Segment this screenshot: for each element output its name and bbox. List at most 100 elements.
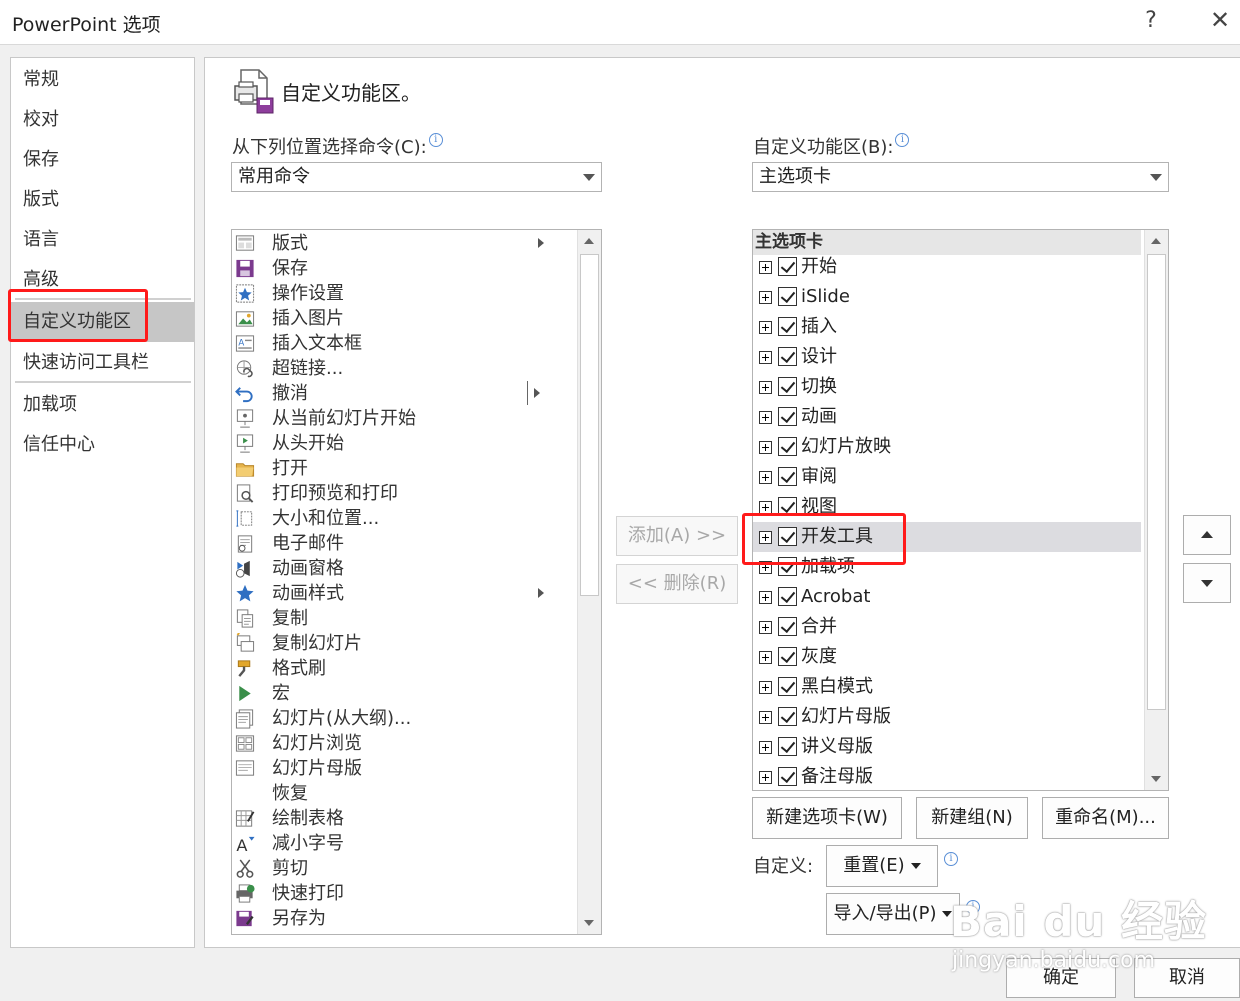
expand-plus-icon[interactable] (759, 681, 772, 694)
nav-item-language[interactable]: 语言 (11, 220, 194, 260)
ribbon-tab-item[interactable]: 动画 (753, 402, 1141, 432)
expand-plus-icon[interactable] (759, 471, 772, 484)
move-up-button[interactable] (1183, 515, 1231, 555)
expand-plus-icon[interactable] (759, 291, 772, 304)
ribbon-tab-item[interactable]: 幻灯片放映 (753, 432, 1141, 462)
ribbon-tab-item[interactable]: 黑白模式 (753, 672, 1141, 702)
ribbon-tree-scrollbar[interactable] (1144, 230, 1168, 790)
command-item[interactable]: 版式 (232, 231, 572, 256)
command-item[interactable]: 打开 (232, 456, 572, 481)
command-item[interactable]: 电子邮件 (232, 531, 572, 556)
ribbon-tab-item[interactable]: 审阅 (753, 462, 1141, 492)
ribbon-tab-item[interactable]: 合并 (753, 612, 1141, 642)
command-item[interactable]: 打印预览和打印 (232, 481, 572, 506)
tab-checkbox[interactable] (778, 617, 797, 636)
command-item[interactable]: 幻灯片(从大纲)... (232, 706, 572, 731)
command-item[interactable]: 保存 (232, 256, 572, 281)
command-item[interactable]: 幻灯片母版 (232, 756, 572, 781)
ribbon-tabs-tree[interactable]: 主选项卡 开始 iSlide 插入 设计 切换 动画 幻灯片放映 审阅 视图 开发工具 加载项 Acr… (752, 229, 1169, 791)
command-item[interactable]: A 减小字号 (232, 831, 572, 856)
tab-checkbox[interactable] (778, 377, 797, 396)
rename-button[interactable]: 重命名(M)... (1042, 797, 1169, 839)
move-down-button[interactable] (1183, 563, 1231, 603)
scroll-up-icon[interactable] (1145, 230, 1168, 252)
ribbon-tab-item[interactable]: 插入 (753, 312, 1141, 342)
command-item[interactable]: 从当前幻灯片开始 (232, 406, 572, 431)
tab-checkbox[interactable] (778, 437, 797, 456)
remove-button[interactable]: << 删除(R) (616, 564, 738, 604)
expand-plus-icon[interactable] (759, 621, 772, 634)
nav-item-trust-center[interactable]: 信任中心 (11, 425, 194, 465)
tab-checkbox[interactable] (778, 317, 797, 336)
info-icon[interactable]: i (895, 133, 910, 147)
tab-checkbox[interactable] (778, 407, 797, 426)
scroll-down-icon[interactable] (578, 912, 601, 934)
nav-item-save[interactable]: 保存 (11, 140, 194, 180)
command-item[interactable]: 操作设置 (232, 281, 572, 306)
command-item[interactable]: A 插入文本框 (232, 331, 572, 356)
tab-checkbox[interactable] (778, 257, 797, 276)
tab-checkbox[interactable] (778, 767, 797, 786)
expand-plus-icon[interactable] (759, 591, 772, 604)
command-item[interactable]: 动画样式 (232, 581, 572, 606)
tab-checkbox[interactable] (778, 587, 797, 606)
tab-checkbox[interactable] (778, 677, 797, 696)
ribbon-tab-item[interactable]: 开始 (753, 252, 1141, 282)
scroll-down-icon[interactable] (1145, 768, 1168, 790)
add-button[interactable]: 添加(A) >> (616, 516, 738, 556)
info-icon[interactable]: i (428, 133, 443, 147)
command-item[interactable]: 撤消 (232, 381, 572, 406)
info-icon[interactable]: i (944, 852, 958, 866)
expand-plus-icon[interactable] (759, 441, 772, 454)
submenu-arrow-icon[interactable] (534, 388, 540, 398)
command-item[interactable]: 绘制表格 (232, 806, 572, 831)
scroll-up-icon[interactable] (578, 230, 601, 252)
close-button[interactable]: ✕ (1206, 6, 1234, 34)
expand-plus-icon[interactable] (759, 771, 772, 784)
tab-checkbox[interactable] (778, 347, 797, 366)
command-item[interactable]: 插入图片 (232, 306, 572, 331)
ribbon-tab-item[interactable]: 灰度 (753, 642, 1141, 672)
reset-button[interactable]: 重置(E) (826, 845, 938, 887)
ribbon-tab-item[interactable]: 切换 (753, 372, 1141, 402)
command-item[interactable]: 幻灯片浏览 (232, 731, 572, 756)
commands-scrollbar[interactable] (577, 230, 601, 934)
tab-checkbox[interactable] (778, 287, 797, 306)
help-button[interactable]: ? (1140, 8, 1162, 33)
nav-item-layout[interactable]: 版式 (11, 180, 194, 220)
command-item[interactable]: 快速打印 (232, 881, 572, 906)
tab-checkbox[interactable] (778, 707, 797, 726)
nav-item-proofing[interactable]: 校对 (11, 100, 194, 140)
commands-list[interactable]: 版式 保存 操作设置 插入图片 A 插入文本框 超链接... 撤消 从当前幻灯片开始 从头开始 打开… (231, 229, 602, 935)
commands-from-select[interactable]: 常用命令 (231, 162, 602, 192)
ribbon-tab-item[interactable]: 设计 (753, 342, 1141, 372)
expand-plus-icon[interactable] (759, 381, 772, 394)
ribbon-tab-item[interactable]: 备注母版 (753, 762, 1141, 790)
tab-checkbox[interactable] (778, 467, 797, 486)
expand-plus-icon[interactable] (759, 411, 772, 424)
new-group-button[interactable]: 新建组(N) (916, 797, 1028, 839)
scroll-thumb[interactable] (1147, 254, 1166, 710)
command-item[interactable]: 大小和位置... (232, 506, 572, 531)
command-item[interactable]: 复制幻灯片 (232, 631, 572, 656)
expand-plus-icon[interactable] (759, 321, 772, 334)
ribbon-tab-item[interactable]: 讲义母版 (753, 732, 1141, 762)
command-item[interactable]: 宏 (232, 681, 572, 706)
expand-plus-icon[interactable] (759, 261, 772, 274)
command-item[interactable]: 动画窗格 (232, 556, 572, 581)
ribbon-tab-item[interactable]: Acrobat (753, 582, 1141, 612)
command-item[interactable]: 另存为 (232, 906, 572, 931)
command-item[interactable]: 超链接... (232, 356, 572, 381)
command-item[interactable]: 复制 (232, 606, 572, 631)
nav-item-quick-access-toolbar[interactable]: 快速访问工具栏 (11, 343, 194, 383)
ribbon-tabs-select[interactable]: 主选项卡 (752, 162, 1169, 192)
expand-plus-icon[interactable] (759, 651, 772, 664)
ribbon-tab-item[interactable]: 幻灯片母版 (753, 702, 1141, 732)
expand-plus-icon[interactable] (759, 741, 772, 754)
tab-checkbox[interactable] (778, 647, 797, 666)
nav-item-add-ins[interactable]: 加载项 (11, 385, 194, 425)
command-item[interactable]: 从头开始 (232, 431, 572, 456)
ribbon-tab-item[interactable]: iSlide (753, 282, 1141, 312)
new-tab-button[interactable]: 新建选项卡(W) (752, 797, 902, 839)
scroll-thumb[interactable] (580, 254, 599, 596)
